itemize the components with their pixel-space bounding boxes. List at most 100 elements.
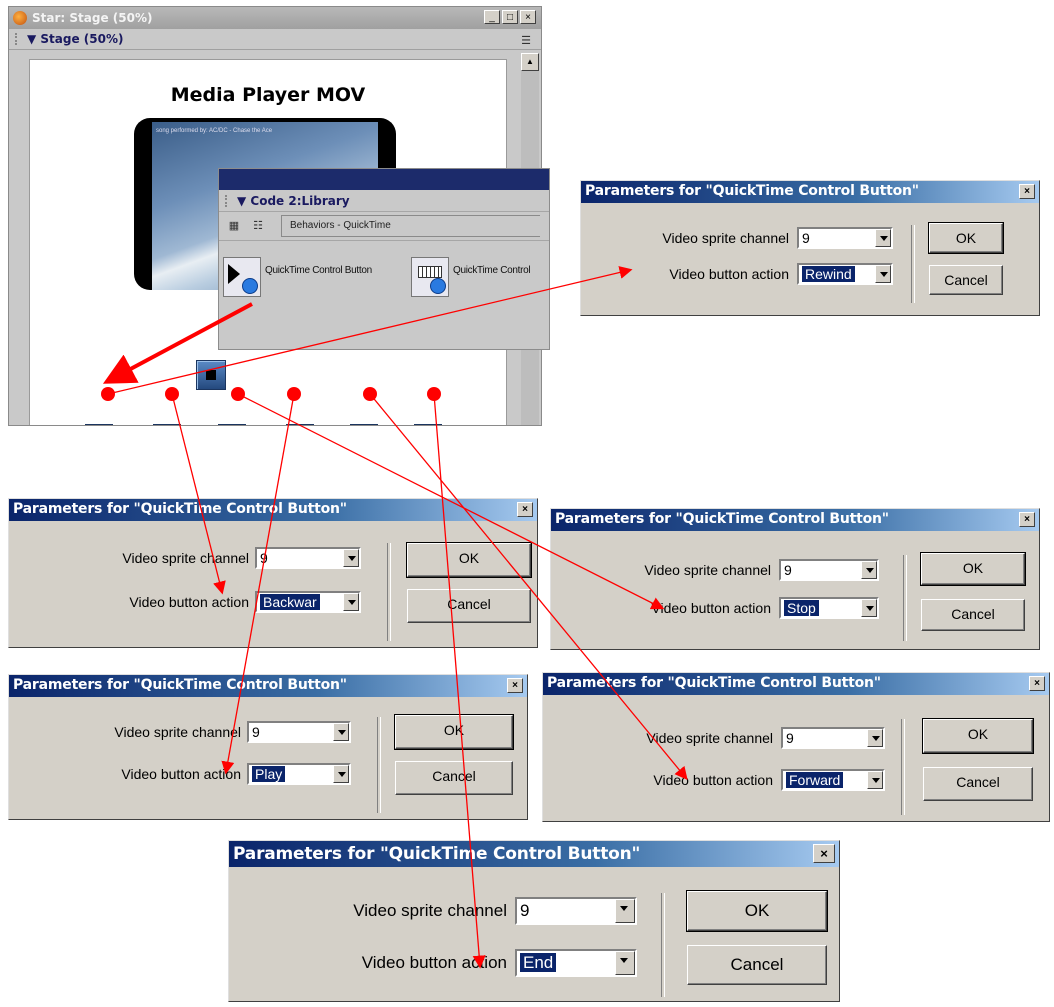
dialog-titlebar[interactable]: Parameters for "QuickTime Control Button…: [581, 181, 1039, 203]
collapse-triangle-icon[interactable]: ▼: [237, 194, 250, 208]
action-value: Stop: [784, 600, 819, 616]
ok-button[interactable]: OK: [928, 222, 1004, 254]
cancel-button[interactable]: Cancel: [687, 945, 827, 985]
cancel-button[interactable]: Cancel: [407, 589, 531, 623]
action-combo[interactable]: Backwar: [255, 591, 361, 613]
channel-label: Video sprite channel: [644, 562, 771, 578]
library-item-quicktime-control[interactable]: QuickTime Control: [411, 257, 531, 297]
channel-value: 9: [252, 724, 260, 740]
ok-button[interactable]: OK: [922, 718, 1034, 754]
dialog-titlebar[interactable]: Parameters for "QuickTime Control Button…: [9, 675, 527, 697]
action-label: Video button action: [361, 953, 507, 972]
action-combo[interactable]: Stop: [779, 597, 879, 619]
cancel-button[interactable]: Cancel: [395, 761, 513, 795]
dropdown-arrow-icon[interactable]: [343, 593, 359, 611]
channel-label: Video sprite channel: [662, 230, 789, 246]
dropdown-arrow-icon[interactable]: [615, 951, 635, 975]
channel-combo[interactable]: 9: [247, 721, 351, 743]
library-category-dropdown[interactable]: Behaviors - QuickTime: [281, 215, 540, 237]
dropdown-arrow-icon[interactable]: [861, 599, 877, 617]
params-dialog-end: Parameters for "QuickTime Control Button…: [228, 840, 840, 1002]
action-value: Rewind: [802, 266, 855, 282]
channel-combo[interactable]: 9: [797, 227, 893, 249]
dropdown-arrow-icon[interactable]: [615, 899, 635, 923]
action-combo[interactable]: End: [515, 949, 637, 977]
grip-icon[interactable]: [225, 194, 233, 207]
end-button[interactable]: ▶▶|: [414, 424, 442, 425]
dialog-close-button[interactable]: ×: [1019, 184, 1035, 199]
library-panel-label: Code 2:Library: [250, 193, 350, 208]
backward-button[interactable]: ◀: [153, 424, 181, 425]
separator: [387, 543, 391, 641]
channel-combo[interactable]: 9: [781, 727, 885, 749]
ok-button[interactable]: OK: [406, 542, 532, 578]
dialog-titlebar[interactable]: Parameters for "QuickTime Control Button…: [551, 509, 1039, 531]
dropdown-arrow-icon[interactable]: [343, 549, 359, 567]
channel-combo[interactable]: 9: [779, 559, 879, 581]
collapse-triangle-icon[interactable]: ▼: [27, 32, 40, 46]
dialog-close-button[interactable]: ×: [517, 502, 533, 517]
play-button[interactable]: ▶: [286, 424, 314, 425]
stage-panel-header[interactable]: ▼ Stage (50%): [9, 29, 541, 50]
channel-label: Video sprite channel: [122, 550, 249, 566]
dialog-close-button[interactable]: ×: [813, 844, 835, 863]
library-titlebar[interactable]: [219, 169, 549, 190]
channel-label: Video sprite channel: [114, 724, 241, 740]
dialog-titlebar[interactable]: Parameters for "QuickTime Control Button…: [229, 841, 839, 867]
stage-titlebar[interactable]: Star: Stage (50%) _ □ ×: [9, 7, 541, 29]
library-panel-header[interactable]: ▼ Code 2:Library: [219, 190, 549, 212]
action-label: Video button action: [653, 772, 773, 788]
cancel-button[interactable]: Cancel: [921, 599, 1025, 631]
action-label: Video button action: [121, 766, 241, 782]
params-dialog-stop: Parameters for "QuickTime Control Button…: [550, 508, 1040, 650]
forward-button[interactable]: ▶▶: [350, 424, 378, 425]
cancel-button[interactable]: Cancel: [923, 767, 1033, 801]
dialog-close-button[interactable]: ×: [507, 678, 523, 693]
library-panel: ▼ Code 2:Library ▦ ☷ Behaviors - QuickTi…: [218, 168, 550, 350]
scroll-up-arrow-icon[interactable]: ▲: [521, 53, 539, 71]
action-label: Video button action: [651, 600, 771, 616]
ok-button[interactable]: OK: [920, 552, 1026, 586]
action-combo[interactable]: Forward: [781, 769, 885, 791]
cancel-button[interactable]: Cancel: [929, 265, 1003, 295]
action-value: Backwar: [260, 594, 320, 610]
channel-label: Video sprite channel: [646, 730, 773, 746]
ok-button[interactable]: OK: [686, 890, 828, 932]
dialog-close-button[interactable]: ×: [1019, 512, 1035, 527]
stop-sprite-button[interactable]: [196, 360, 226, 390]
rewind-button[interactable]: |◀◀: [85, 424, 113, 425]
channel-combo[interactable]: 9: [255, 547, 361, 569]
dropdown-arrow-icon[interactable]: [333, 723, 349, 741]
action-value: End: [520, 953, 557, 972]
dialog-titlebar[interactable]: Parameters for "QuickTime Control Button…: [543, 673, 1049, 695]
dropdown-arrow-icon[interactable]: [333, 765, 349, 783]
separator: [661, 893, 665, 997]
params-dialog-play: Parameters for "QuickTime Control Button…: [8, 674, 528, 820]
dialog-close-button[interactable]: ×: [1029, 676, 1045, 691]
action-combo[interactable]: Rewind: [797, 263, 893, 285]
tree-view-icon[interactable]: ☷: [251, 219, 265, 233]
grip-icon[interactable]: [15, 33, 23, 45]
dropdown-arrow-icon[interactable]: [875, 229, 891, 247]
library-item-quicktime-control-button[interactable]: QuickTime Control Button: [223, 257, 372, 297]
close-button[interactable]: ×: [520, 10, 536, 24]
action-combo[interactable]: Play: [247, 763, 351, 785]
stage-panel-label: Stage (50%): [40, 32, 124, 46]
params-dialog-forward: Parameters for "QuickTime Control Button…: [542, 672, 1050, 822]
panel-menu-icon[interactable]: ☰: [521, 34, 531, 47]
maximize-button[interactable]: □: [502, 10, 518, 24]
ok-button[interactable]: OK: [394, 714, 514, 750]
separator: [377, 717, 381, 813]
minimize-button[interactable]: _: [484, 10, 500, 24]
channel-combo[interactable]: 9: [515, 897, 637, 925]
dropdown-arrow-icon[interactable]: [875, 265, 891, 283]
dialog-titlebar[interactable]: Parameters for "QuickTime Control Button…: [9, 499, 537, 521]
dropdown-arrow-icon[interactable]: [867, 771, 883, 789]
stop-button[interactable]: ■: [218, 424, 246, 425]
dropdown-arrow-icon[interactable]: [861, 561, 877, 579]
channel-value: 9: [260, 550, 268, 566]
view-mode-icon[interactable]: ▦: [227, 219, 241, 233]
dialog-title: Parameters for "QuickTime Control Button…: [585, 183, 919, 199]
dropdown-arrow-icon[interactable]: [867, 729, 883, 747]
separator: [911, 225, 915, 303]
